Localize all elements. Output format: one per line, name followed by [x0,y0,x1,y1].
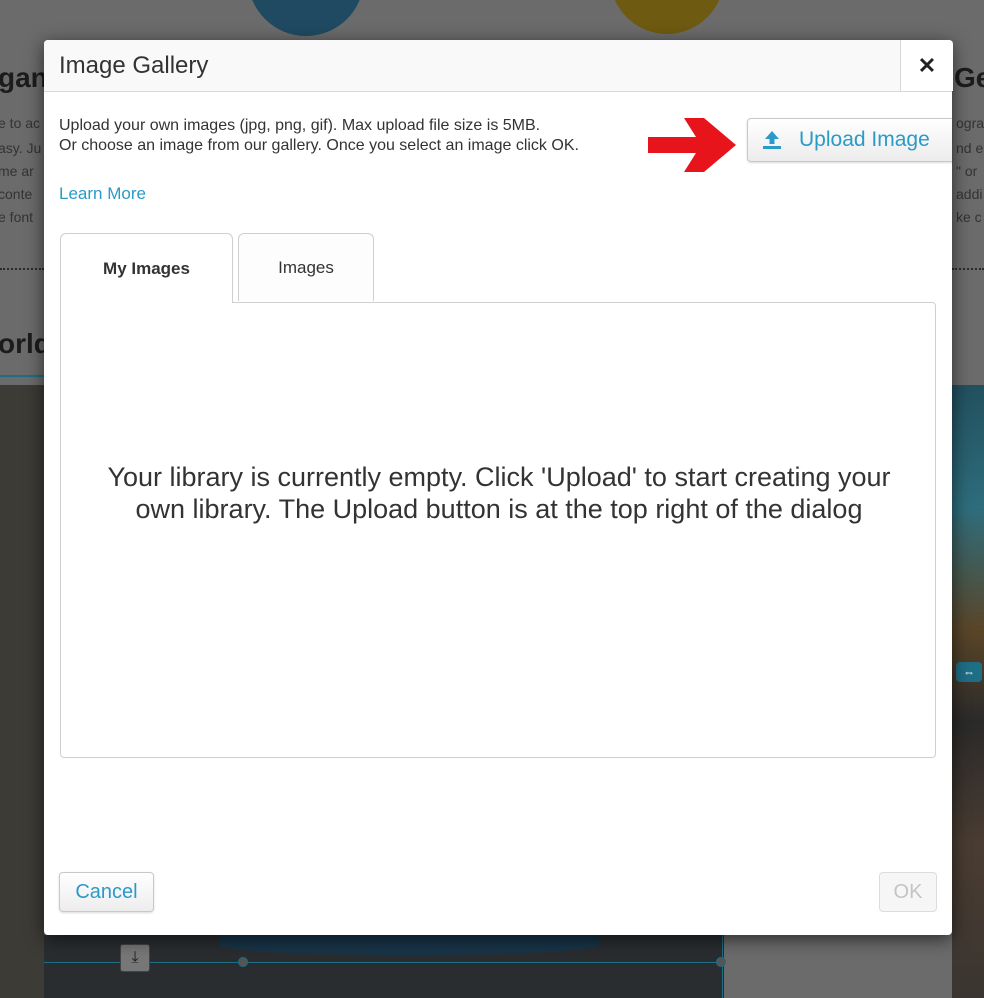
dialog-title: Image Gallery [59,52,209,79]
background-text-left-3: me ar [0,163,34,179]
background-blue-circle [248,0,364,36]
background-photo-right [952,385,984,998]
background-text-left-2: asy. Ju [0,140,42,156]
background-text-right-2: nd e [956,140,984,156]
upload-image-button[interactable]: Upload Image [747,118,952,162]
tab-my-images[interactable]: My Images [60,233,233,303]
my-images-panel: Your library is currently empty. Click '… [60,302,936,758]
dialog-header: Image Gallery ✕ [44,40,953,92]
background-heading-right: Ge [954,62,984,93]
background-text-right-4: addi [956,186,983,202]
image-gallery-dialog: Image Gallery ✕ Upload your own images (… [44,40,953,935]
background-text-left-4: conte [0,186,33,202]
background-divider-left [0,268,44,270]
background-text-left-5: e font [0,209,34,225]
background-text-right-5: ke c [956,209,982,225]
ok-button[interactable]: OK [879,872,937,912]
background-frame-line [0,375,44,377]
background-resize-handle [716,957,726,967]
background-text-right-1: ograp [956,115,984,131]
empty-library-message: Your library is currently empty. Click '… [107,462,891,524]
close-icon: ✕ [917,52,937,78]
upload-image-label: Upload Image [799,128,930,151]
upload-icon [763,131,781,149]
background-resize-handle [238,957,248,967]
download-icon: ⤓ [120,944,150,972]
background-yellow-circle [610,0,724,34]
red-arrow-icon [648,118,736,172]
background-divider-right [952,268,984,270]
dialog-description: Upload your own images (jpg, png, gif). … [59,116,579,156]
tab-images[interactable]: Images [238,233,374,301]
background-photo-left [0,385,44,998]
background-text-right-3: " or [956,163,978,179]
description-line-1: Upload your own images (jpg, png, gif). … [59,117,541,134]
background-text-left-1: e to ac [0,115,41,131]
cancel-button[interactable]: Cancel [59,872,154,912]
description-line-2: Or choose an image from our gallery. Onc… [59,137,579,154]
background-heading-left: gan [0,62,48,93]
close-button[interactable]: ✕ [900,40,953,91]
learn-more-link[interactable]: Learn More [59,184,146,204]
link-icon: ⇔ [956,662,982,682]
